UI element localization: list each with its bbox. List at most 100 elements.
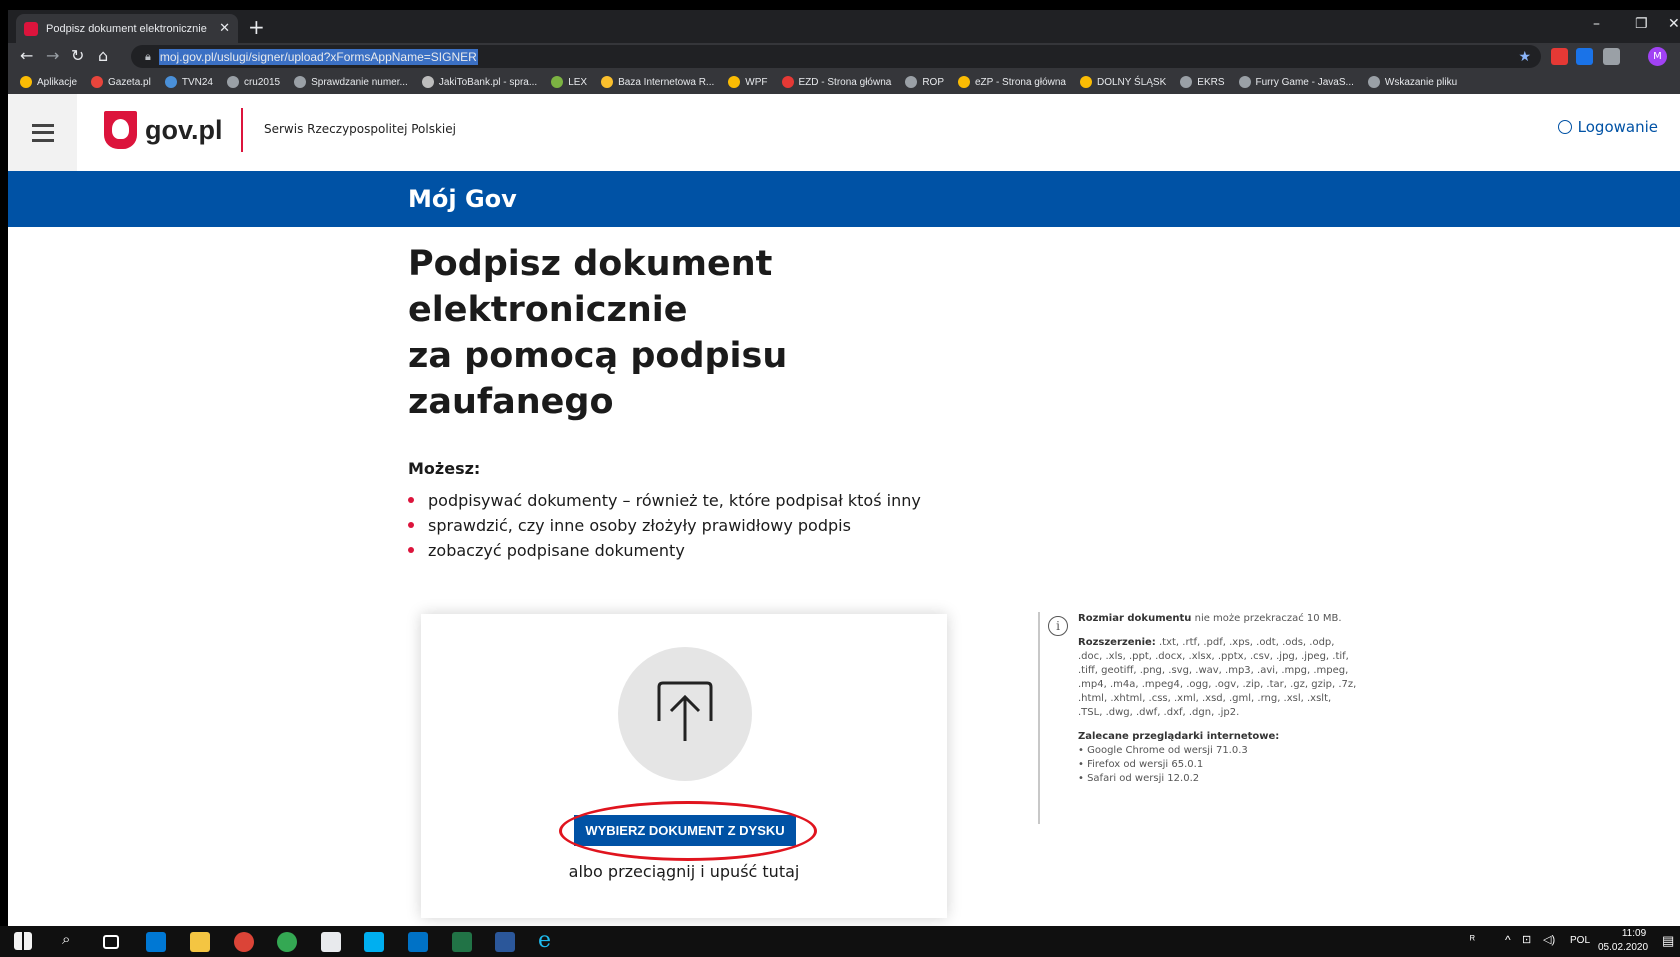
reload-icon[interactable]: ↻ xyxy=(71,46,84,65)
gazeta-icon xyxy=(91,76,104,88)
choose-file-button[interactable]: WYBIERZ DOKUMENT Z DYSKU xyxy=(574,815,796,846)
bookmark-label: Gazeta.pl xyxy=(108,76,151,88)
lock-icon: 🔒︎ xyxy=(145,49,151,63)
bookmark-label: ROP xyxy=(922,76,944,88)
pdf-extension-icon[interactable] xyxy=(1551,48,1568,65)
restore-button[interactable]: ❐ xyxy=(1635,16,1648,32)
home-icon[interactable]: ⌂ xyxy=(98,46,108,65)
info-icon: i xyxy=(1048,616,1068,636)
bookmark-item[interactable]: Furry Game - JavaS... xyxy=(1238,76,1354,88)
app-icon[interactable] xyxy=(277,932,297,952)
apps-grid-icon xyxy=(20,76,32,88)
bookmark-label: EZD - Strona główna xyxy=(798,76,892,88)
bookmark-item[interactable]: TVN24 xyxy=(164,76,213,88)
windows-start-icon[interactable] xyxy=(14,932,32,950)
header-subtitle: Serwis Rzeczypospolitej Polskiej xyxy=(264,122,456,136)
bookmark-label: DOLNY ŚLĄSK xyxy=(1096,76,1167,88)
bookmark-item[interactable]: DOLNY ŚLĄSK xyxy=(1079,76,1167,88)
bookmark-item[interactable]: Baza Internetowa R... xyxy=(601,76,714,88)
windows-taskbar: ⌕ e ᴿ ^ ⊡ ◁) POL 11:09 05.02.2020 ▤ xyxy=(0,926,1680,957)
file-explorer-icon[interactable] xyxy=(190,932,210,952)
outlook-mail-icon[interactable] xyxy=(408,932,428,952)
clock-date[interactable]: 05.02.2020 xyxy=(1598,942,1648,953)
page-title: Podpisz dokument elektronicznie za pomoc… xyxy=(408,241,908,425)
people-icon[interactable]: ᴿ xyxy=(1470,934,1475,946)
minimize-button[interactable]: – xyxy=(1593,16,1600,32)
bookmarks-bar: Aplikacje Gazeta.pl TVN24 cru2015 Sprawdzani… xyxy=(8,70,1680,94)
network-icon[interactable]: ⊡ xyxy=(1522,933,1531,946)
title-line: elektronicznie xyxy=(408,290,688,330)
bookmark-item[interactable]: eZP - Strona główna xyxy=(958,76,1066,88)
language-indicator[interactable]: POL xyxy=(1570,935,1590,946)
new-tab-button[interactable]: + xyxy=(248,15,265,39)
internet-explorer-icon[interactable]: e xyxy=(538,928,551,953)
address-bar[interactable]: 🔒︎ moj.gov.pl/uslugi/signer/upload?xForm… xyxy=(131,45,1541,68)
upload-dropzone[interactable]: WYBIERZ DOKUMENT Z DYSKU albo przeciągni… xyxy=(421,614,947,918)
hamburger-menu-button[interactable] xyxy=(8,94,77,171)
upload-icon xyxy=(657,681,713,741)
extensions-info: Rozszerzenie: .txt, .rtf, .pdf, .xps, .o… xyxy=(1078,636,1358,720)
can-label: Możesz: xyxy=(408,459,481,478)
bookmark-label: EKRS xyxy=(1197,76,1225,88)
tab-close-icon[interactable]: ✕ xyxy=(219,21,230,36)
bookmark-label: LEX xyxy=(568,76,588,88)
title-line: Podpisz dokument xyxy=(408,244,773,284)
site-header: gov.pl Serwis Rzeczypospolitej Polskiej … xyxy=(8,94,1680,171)
title-line: zaufanego xyxy=(408,382,614,422)
emblem-icon xyxy=(958,76,970,88)
tab-bar: Podpisz dokument elektronicznie ✕ + – ❐ … xyxy=(8,10,1680,43)
back-arrow-icon[interactable]: ← xyxy=(20,46,33,65)
volume-icon[interactable]: ◁) xyxy=(1543,933,1555,946)
url-text[interactable]: moj.gov.pl/uslugi/signer/upload?xFormsAp… xyxy=(158,48,478,65)
bookmark-label: cru2015 xyxy=(243,76,281,88)
browser-item: • Firefox od wersji 65.0.1 xyxy=(1078,759,1204,770)
bookmark-item[interactable]: Sprawdzanie numer... xyxy=(294,76,408,88)
chrome-icon[interactable] xyxy=(234,932,254,952)
profile-avatar[interactable]: M xyxy=(1648,47,1667,66)
bookmark-label: Sprawdzanie numer... xyxy=(311,76,408,88)
bookmark-star-icon[interactable]: ★ xyxy=(1518,49,1531,65)
bookmark-label: JakiToBank.pl - spra... xyxy=(438,76,538,88)
gov-logo[interactable]: gov.pl xyxy=(104,111,223,149)
bookmark-item[interactable]: ROP xyxy=(905,76,944,88)
sticky-notes-icon[interactable] xyxy=(321,932,341,952)
bookmark-item[interactable]: JakiToBank.pl - spra... xyxy=(421,76,538,88)
notifications-icon[interactable]: ▤ xyxy=(1662,933,1674,949)
bookmark-item[interactable]: Wskazanie pliku xyxy=(1367,76,1457,88)
tray-chevron-icon[interactable]: ^ xyxy=(1505,933,1511,947)
band-title: Mój Gov xyxy=(408,185,517,213)
bookmark-item[interactable]: LEX xyxy=(551,76,587,88)
bookmark-item[interactable]: EZD - Strona główna xyxy=(781,76,892,88)
bookmark-item[interactable]: EKRS xyxy=(1180,76,1225,88)
size-info: Rozmiar dokumentu nie może przekraczać 1… xyxy=(1078,612,1358,626)
globe-icon xyxy=(905,76,918,88)
gov-favicon-icon xyxy=(24,21,38,36)
browser-item: • Safari od wersji 12.0.2 xyxy=(1078,773,1200,784)
bookmark-item[interactable]: Aplikacje xyxy=(20,76,77,88)
header-divider xyxy=(241,108,243,152)
extensions-text: .txt, .rtf, .pdf, .xps, .odt, .ods, .odp… xyxy=(1078,637,1357,718)
skype-icon[interactable] xyxy=(364,932,384,952)
outlook-icon[interactable] xyxy=(146,932,166,952)
hamburger-icon xyxy=(31,123,54,142)
forward-arrow-icon[interactable]: → xyxy=(46,46,59,65)
task-view-icon[interactable] xyxy=(103,935,119,949)
word-icon[interactable] xyxy=(495,932,515,952)
globe-icon xyxy=(226,76,239,88)
eagle-emblem-icon xyxy=(104,111,137,149)
login-label: Logowanie xyxy=(1577,118,1658,136)
new-extension-icon[interactable] xyxy=(1576,48,1593,65)
clock-time[interactable]: 11:09 xyxy=(1612,928,1656,939)
browser-item: • Google Chrome od wersji 71.0.3 xyxy=(1078,745,1248,756)
bookmark-item[interactable]: WPF xyxy=(728,76,768,88)
bookmark-item[interactable]: Gazeta.pl xyxy=(91,76,151,88)
browser-tab[interactable]: Podpisz dokument elektronicznie ✕ xyxy=(16,14,238,43)
extension-icon[interactable] xyxy=(1603,48,1620,65)
bookmark-label: Furry Game - JavaS... xyxy=(1255,76,1354,88)
bookmark-item[interactable]: cru2015 xyxy=(226,76,281,88)
login-link[interactable]: Logowanie xyxy=(1557,118,1658,136)
search-icon[interactable]: ⌕ xyxy=(62,931,70,948)
excel-icon[interactable] xyxy=(452,932,472,952)
emblem-icon xyxy=(1079,76,1092,88)
close-window-button[interactable]: ✕ xyxy=(1668,16,1680,32)
